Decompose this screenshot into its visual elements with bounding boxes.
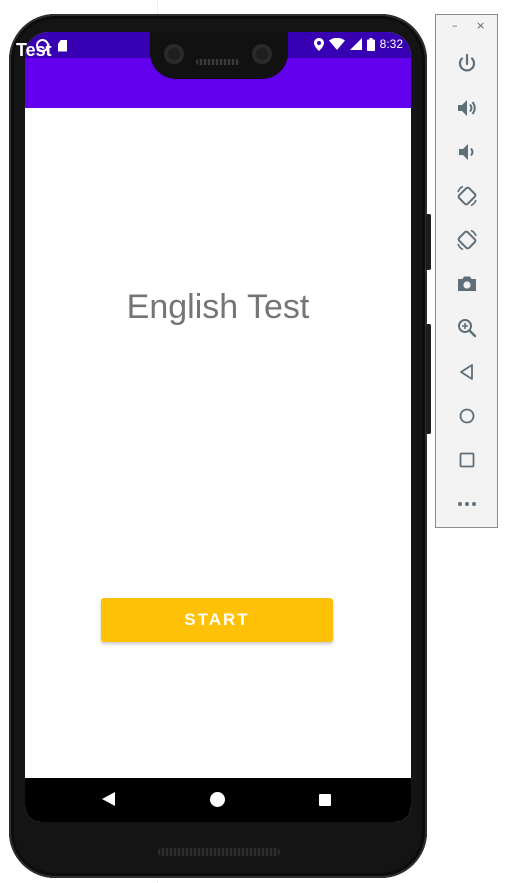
- close-button[interactable]: ×: [476, 19, 485, 32]
- volume-down-icon[interactable]: [455, 140, 479, 164]
- device-screen: 8:32: [25, 32, 411, 822]
- back-triangle-icon[interactable]: [455, 360, 479, 384]
- rotate-right-icon[interactable]: [455, 228, 479, 252]
- status-right-icons: 8:32: [313, 37, 403, 51]
- earpiece-speaker: [196, 59, 240, 65]
- hardware-volume-rocker: [426, 324, 431, 434]
- overview-square-icon[interactable]: [455, 448, 479, 472]
- hardware-power-button: [426, 214, 431, 270]
- location-icon: [313, 37, 324, 51]
- start-button[interactable]: START: [101, 598, 333, 642]
- status-time: 8:32: [379, 37, 403, 51]
- minimize-button[interactable]: –: [452, 19, 458, 32]
- recents-icon[interactable]: [319, 794, 331, 806]
- front-camera-icon: [164, 44, 184, 64]
- more-icon[interactable]: [455, 492, 479, 516]
- emulator-window: 8:32 Test English Test START – ×: [0, 0, 505, 883]
- home-circle-icon[interactable]: [455, 404, 479, 428]
- rotate-left-icon[interactable]: [455, 184, 479, 208]
- page-heading: English Test: [126, 288, 310, 326]
- camera-icon[interactable]: [455, 272, 479, 296]
- battery-icon: [366, 37, 375, 51]
- sd-card-icon: [58, 39, 67, 52]
- volume-up-icon[interactable]: [455, 96, 479, 120]
- zoom-icon[interactable]: [455, 316, 479, 340]
- emulator-toolbar: – ×: [435, 14, 498, 528]
- wifi-icon: [328, 38, 345, 50]
- app-title: Test: [16, 40, 52, 60]
- power-icon[interactable]: [455, 52, 479, 76]
- back-icon[interactable]: [102, 792, 115, 806]
- signal-icon: [349, 38, 362, 50]
- bottom-speaker-grille: [158, 848, 280, 856]
- front-sensor-icon: [252, 44, 272, 64]
- home-icon[interactable]: [210, 792, 225, 807]
